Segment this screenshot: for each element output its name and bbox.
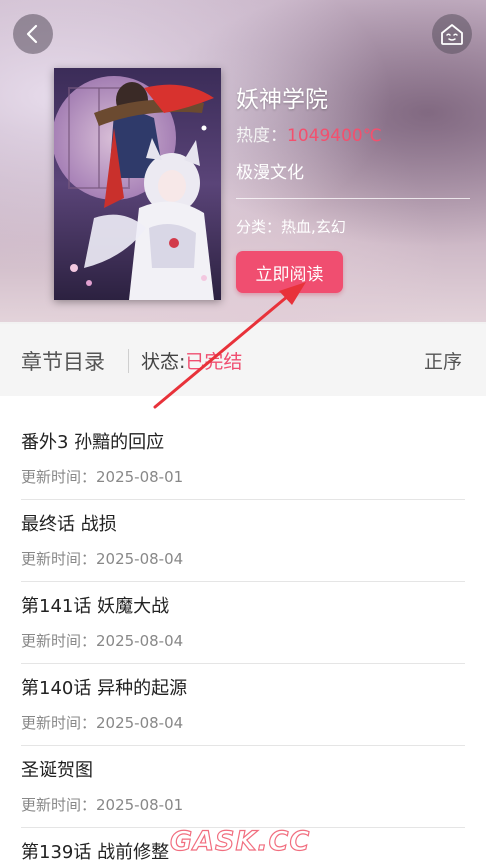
heat-value: 1049400℃ xyxy=(287,126,382,146)
serial-status: 状态:已完结 xyxy=(141,347,242,374)
chapter-name: 第139话 战前修整 xyxy=(21,842,170,863)
heat-info: 热度：1049400℃ xyxy=(236,121,382,146)
chapter-list-title: 章节目录 xyxy=(21,350,105,374)
read-now-button[interactable]: 立即阅读 xyxy=(236,251,343,293)
chevron-left-icon xyxy=(26,24,38,44)
chapter-list-header: 章节目录 状态:已完结 正序 xyxy=(0,324,486,396)
chapter-name: 第141话 妖魔大战 xyxy=(21,596,170,617)
genre-tags: 分类：热血,玄幻 xyxy=(236,218,346,236)
comic-cover-image[interactable] xyxy=(54,68,221,300)
chapter-row[interactable]: 第140话 异种的起源 更新时间：2025-08-04 xyxy=(0,642,486,746)
chapter-name: 番外3 孙黯的回应 xyxy=(21,432,165,453)
header-separator xyxy=(128,349,129,373)
comic-title: 妖神学院 xyxy=(236,87,328,113)
back-button[interactable] xyxy=(13,14,53,54)
heat-label: 热度： xyxy=(236,126,287,146)
chapter-row[interactable]: 最终话 战损 更新时间：2025-08-04 xyxy=(0,478,486,582)
chapter-row[interactable]: 番外3 孙黯的回应 更新时间：2025-08-01 xyxy=(0,396,486,500)
chapter-list: 番外3 孙黯的回应 更新时间：2025-08-01 最终话 战损 更新时间：20… xyxy=(0,396,486,864)
home-face-icon xyxy=(441,24,463,45)
comic-header: 妖神学院 热度：1049400℃ 极漫文化 分类：热血,玄幻 立即阅读 xyxy=(0,0,486,322)
home-button[interactable] xyxy=(432,14,472,54)
chapter-row[interactable]: 圣诞贺图 更新时间：2025-08-01 xyxy=(0,724,486,828)
publisher-name: 极漫文化 xyxy=(236,163,304,183)
site-watermark: GASK.CC xyxy=(169,825,311,857)
status-label: 状态: xyxy=(141,351,186,373)
sort-order-toggle[interactable]: 正序 xyxy=(424,347,462,374)
chapter-row[interactable]: 第141话 妖魔大战 更新时间：2025-08-04 xyxy=(0,560,486,664)
status-value: 已完结 xyxy=(185,351,243,373)
chapter-name: 圣诞贺图 xyxy=(21,760,93,781)
info-divider xyxy=(236,198,470,199)
chapter-name: 第140话 异种的起源 xyxy=(21,678,188,699)
chapter-name: 最终话 战损 xyxy=(21,514,117,535)
